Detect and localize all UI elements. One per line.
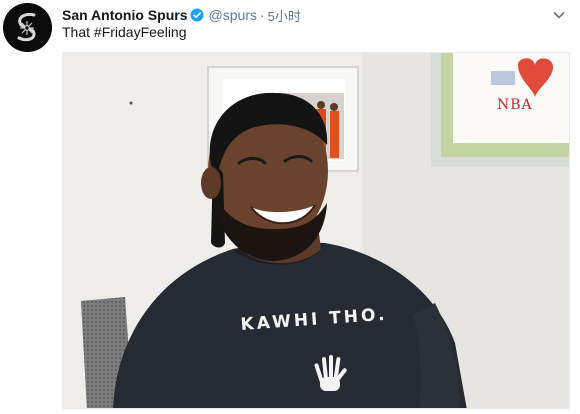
tweet-photo[interactable]: KAWHI THO. NBA — [62, 52, 570, 409]
tweet-card: San Antonio Spurs @spurs · 5小时 That #Fri… — [0, 0, 580, 414]
account-handle[interactable]: @spurs — [208, 7, 256, 23]
chevron-down-icon[interactable] — [552, 8, 566, 22]
photo-illustration — [63, 53, 569, 408]
tweet-header: San Antonio Spurs @spurs · 5小时 — [62, 6, 301, 24]
drawing-nba-text: NBA — [497, 97, 533, 113]
verified-badge-icon — [190, 8, 204, 22]
tweet-text: That #FridayFeeling — [62, 24, 187, 40]
account-name[interactable]: San Antonio Spurs — [62, 7, 187, 23]
separator-dot: · — [259, 7, 265, 23]
spurs-logo-icon[interactable] — [3, 3, 52, 52]
tweet-timestamp[interactable]: 5小时 — [268, 6, 301, 25]
